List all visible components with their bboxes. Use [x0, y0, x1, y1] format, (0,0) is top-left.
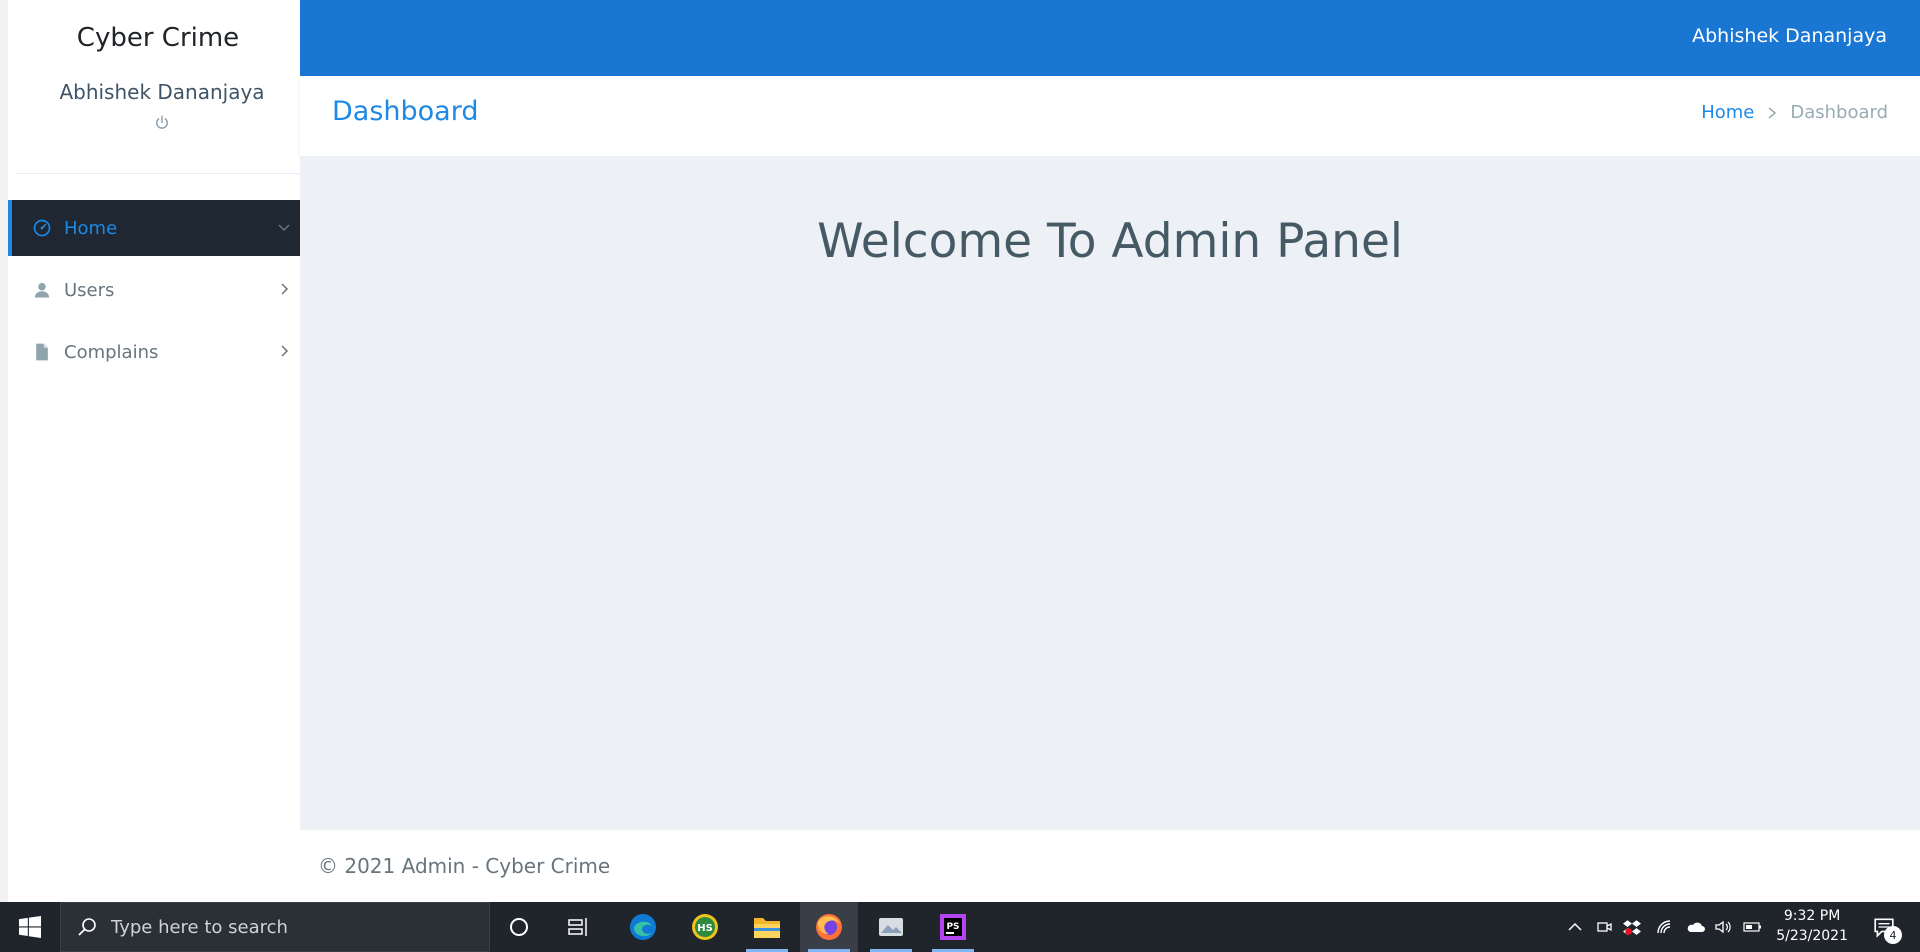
svg-text:PS: PS [946, 922, 959, 932]
power-icon[interactable] [153, 114, 171, 132]
search-icon [78, 918, 96, 936]
edge-icon[interactable] [614, 902, 672, 952]
breadcrumb-home-link[interactable]: Home [1701, 102, 1754, 123]
file-explorer-icon[interactable] [738, 902, 796, 952]
firefox-icon[interactable] [800, 902, 858, 952]
chevron-up-icon[interactable] [1562, 902, 1588, 952]
sidebar: Cyber Crime Abhishek Dananjaya Home User… [0, 0, 308, 902]
sidebar-item-complains[interactable]: Complains [8, 324, 308, 380]
notification-center-icon[interactable]: 4 [1860, 902, 1908, 952]
topbar-user-menu[interactable]: Abhishek Dananjaya [1692, 25, 1887, 47]
chevron-right-icon [281, 283, 289, 295]
taskbar-clock[interactable]: 9:32 PM 5/23/2021 [1776, 906, 1848, 946]
sidebar-item-label: Home [64, 217, 118, 239]
notification-count-badge: 4 [1884, 926, 1902, 944]
svg-text:HS: HS [697, 923, 713, 934]
welcome-heading: Welcome To Admin Panel [817, 214, 1403, 269]
clock-time: 9:32 PM [1783, 908, 1841, 924]
chevron-down-icon [278, 224, 290, 232]
page-title: Dashboard [332, 96, 479, 127]
chevron-right-icon [281, 345, 289, 357]
windows-taskbar: HS PS 9:32 PM 5/23/2021 4 [0, 902, 1920, 952]
breadcrumb: Home Dashboard [1701, 102, 1888, 123]
battery-icon[interactable] [1740, 902, 1766, 952]
sidebar-item-users[interactable]: Users [8, 262, 308, 318]
phpstorm-icon[interactable]: PS [924, 902, 982, 952]
chevron-right-icon [1768, 106, 1777, 119]
footer-copyright: © 2021 Admin - Cyber Crime [318, 854, 611, 878]
brand-logo-text[interactable]: Cyber Crime [8, 0, 308, 76]
breadcrumb-current: Dashboard [1790, 102, 1888, 123]
cortana-icon[interactable] [490, 902, 548, 952]
sidebar-item-label: Complains [64, 341, 159, 363]
onedrive-icon[interactable] [1682, 902, 1708, 952]
gauge-icon [32, 218, 52, 238]
user-profile: Abhishek Dananjaya [16, 76, 308, 174]
footer: © 2021 Admin - Cyber Crime [300, 830, 1920, 902]
windows-start-icon[interactable] [0, 902, 60, 952]
task-view-icon[interactable] [550, 902, 608, 952]
hs-app-icon[interactable]: HS [676, 902, 734, 952]
sidebar-item-label: Users [64, 279, 115, 301]
clock-date: 5/23/2021 [1776, 928, 1848, 944]
main-content: Welcome To Admin Panel [300, 156, 1920, 830]
wifi-icon[interactable] [1652, 902, 1678, 952]
topbar: Abhishek Dananjaya [300, 0, 1920, 76]
profile-name: Abhishek Dananjaya [59, 80, 265, 104]
sidebar-nav: Home Users Complains [8, 200, 308, 386]
page-title-bar: Dashboard Home Dashboard [300, 76, 1920, 156]
photos-icon[interactable] [862, 902, 920, 952]
taskbar-search-input[interactable] [111, 916, 471, 938]
volume-icon[interactable] [1710, 902, 1736, 952]
sidebar-item-home[interactable]: Home [8, 200, 308, 256]
dropbox-icon[interactable] [1620, 902, 1644, 952]
taskbar-search[interactable] [60, 902, 490, 952]
document-icon [32, 342, 52, 362]
meet-now-icon[interactable] [1592, 902, 1616, 952]
user-icon [32, 280, 52, 300]
